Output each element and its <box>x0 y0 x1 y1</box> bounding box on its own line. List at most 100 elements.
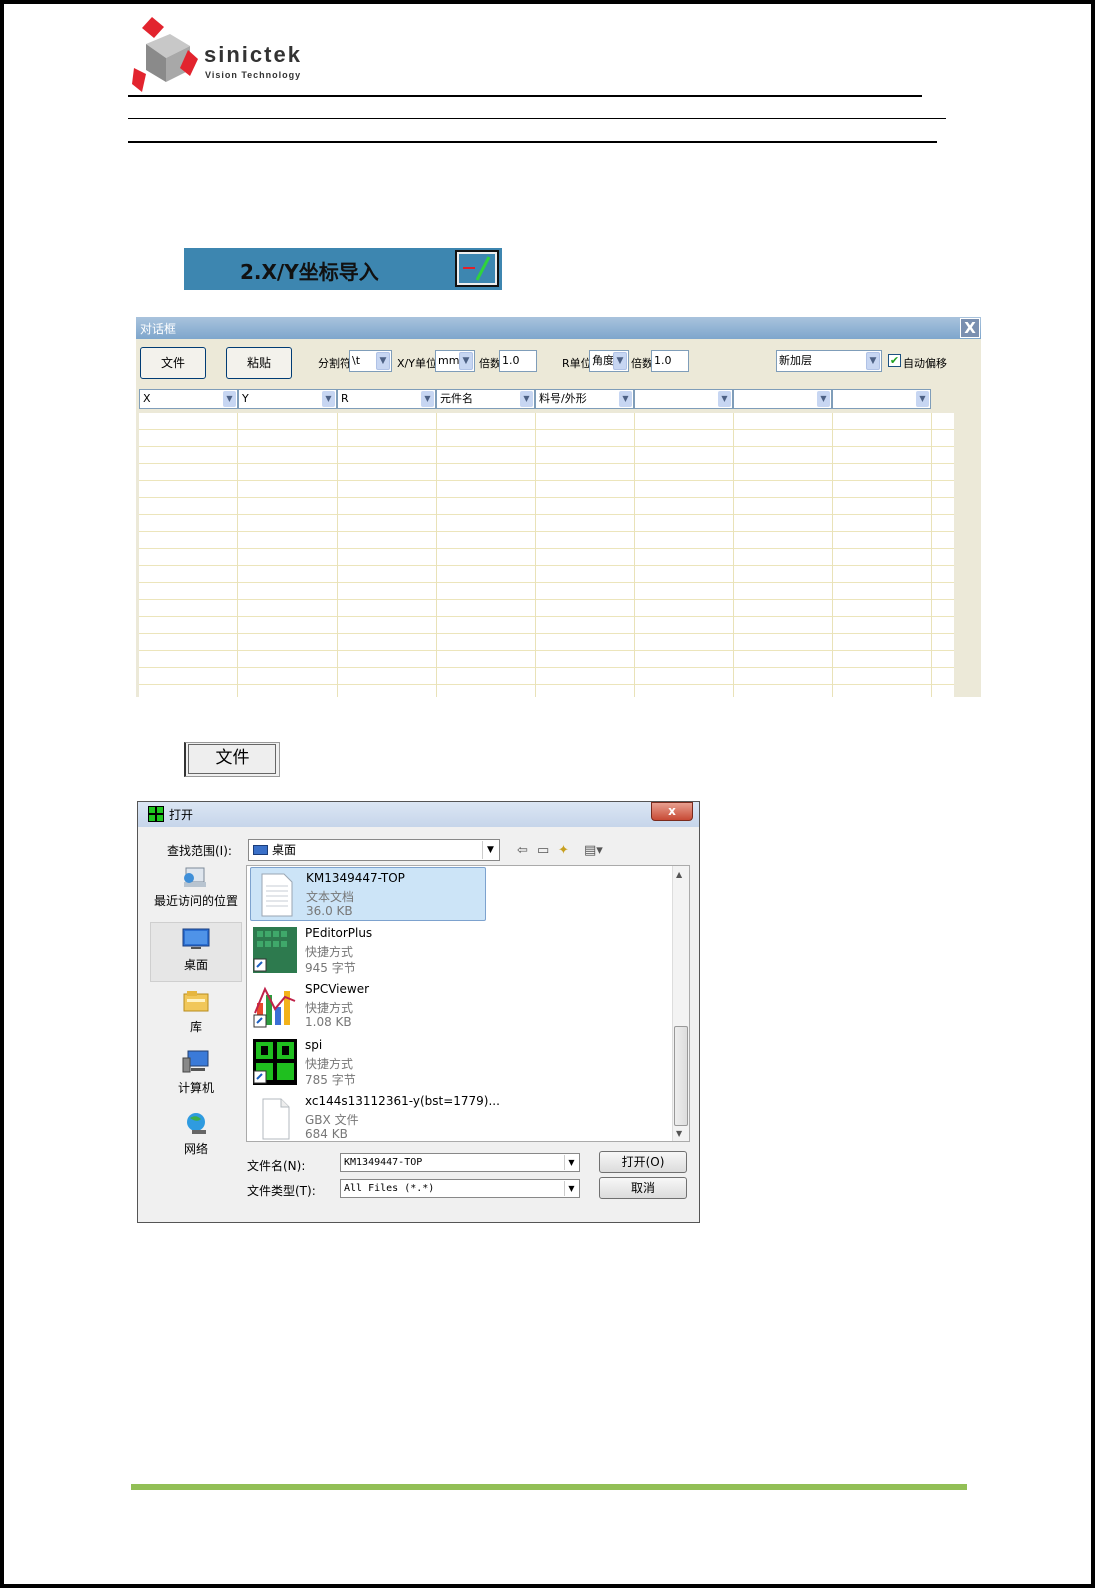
scroll-down-icon[interactable]: ▼ <box>676 1129 682 1138</box>
chevron-down-icon: ▼ <box>459 352 473 370</box>
look-in-select[interactable]: 桌面 ▼ <box>248 839 500 861</box>
place-network[interactable]: 网络 <box>150 1111 242 1157</box>
view-menu-icon[interactable]: ▤▾ <box>584 843 603 858</box>
grid-divider <box>931 413 932 697</box>
open-button[interactable]: 打开(O) <box>599 1151 687 1173</box>
layer-value: 新加层 <box>779 354 812 367</box>
file-name: SPCViewer <box>305 982 370 996</box>
file-type: GBX 文件 <box>305 1113 359 1127</box>
file-type: 快捷方式 <box>305 945 354 959</box>
file-item[interactable]: spi 快捷方式 785 字节 <box>250 1035 486 1089</box>
computer-icon <box>182 1050 209 1073</box>
file-name: xc144s13112361-y(bst=1779)... <box>305 1094 500 1108</box>
header-rule-3 <box>128 141 937 143</box>
header-rule-2 <box>128 118 946 119</box>
desktop-icon <box>253 845 268 855</box>
auto-offset-checkbox[interactable]: ✔ <box>888 354 901 367</box>
chevron-down-icon: ▼ <box>866 352 880 370</box>
r-unit-select[interactable]: 角度 ▼ <box>589 350 629 372</box>
column-select-6[interactable]: ▼ <box>634 389 733 409</box>
column-select-y[interactable]: Y ▼ <box>238 389 337 409</box>
separator-select[interactable]: \t ▼ <box>349 350 392 372</box>
auto-offset-label: 自动偏移 <box>903 357 947 370</box>
column-label: R <box>341 392 349 405</box>
spcviewer-icon <box>253 986 296 1028</box>
brand-name: sinictek <box>204 42 302 67</box>
multiplier-input[interactable]: 1.0 <box>499 350 537 372</box>
chevron-down-icon: ▼ <box>916 391 929 407</box>
place-libraries[interactable]: 库 <box>150 989 242 1035</box>
filetype-select[interactable]: All Files (*.*) ▼ <box>340 1179 580 1198</box>
look-in-value: 桌面 <box>272 843 297 857</box>
scroll-thumb[interactable] <box>674 1026 688 1126</box>
xy-import-icon <box>455 250 499 287</box>
peditorplus-icon <box>253 927 297 973</box>
column-select-component[interactable]: 元件名 ▼ <box>436 389 535 409</box>
scroll-up-icon[interactable]: ▲ <box>676 870 682 879</box>
place-computer[interactable]: 计算机 <box>150 1050 242 1096</box>
cancel-button[interactable]: 取消 <box>599 1177 687 1199</box>
filename-input[interactable]: KM1349447-TOP ▼ <box>340 1153 580 1172</box>
recent-places-icon <box>184 867 206 887</box>
column-label: 元件名 <box>440 392 473 405</box>
column-select-part[interactable]: 料号/外形 ▼ <box>535 389 634 409</box>
column-select-7[interactable]: ▼ <box>733 389 832 409</box>
chevron-down-icon: ▼ <box>322 391 335 407</box>
new-folder-icon[interactable]: ✦ <box>558 843 569 858</box>
footer-rule <box>131 1484 967 1490</box>
open-file-dialog: 打开 x 查找范围(I): 桌面 ▼ ⇦ ▭ ✦ ▤▾ 最近访问的位置 桌面 库 <box>137 801 700 1223</box>
multiplier-label: 倍数 <box>479 357 501 370</box>
file-item[interactable]: xc144s13112361-y(bst=1779)... GBX 文件 684… <box>250 1091 500 1145</box>
filetype-label: 文件类型(T): <box>247 1184 316 1198</box>
place-recent[interactable]: 最近访问的位置 <box>150 866 242 907</box>
chevron-down-icon: ▼ <box>564 1155 578 1170</box>
close-button[interactable]: x <box>651 802 693 821</box>
back-icon[interactable]: ⇦ <box>517 843 528 858</box>
filename-label: 文件名(N): <box>247 1159 306 1173</box>
look-in-label: 查找范围(I): <box>167 844 232 858</box>
file-type: 快捷方式 <box>305 1057 354 1071</box>
place-label: 桌面 <box>183 958 208 972</box>
company-logo: sinictek Vision Technology <box>132 14 312 94</box>
column-select-8[interactable]: ▼ <box>832 389 931 409</box>
file-list[interactable]: KM1349447-TOP 文本文档 36.0 KB PEditorPlus 快… <box>246 865 690 1142</box>
layer-select[interactable]: 新加层 ▼ <box>776 350 882 372</box>
place-desktop[interactable]: 桌面 <box>150 922 242 982</box>
place-label: 库 <box>189 1020 202 1034</box>
up-folder-icon[interactable]: ▭ <box>537 843 549 858</box>
file-type: 快捷方式 <box>305 1001 354 1015</box>
column-label: X <box>143 392 151 405</box>
file-item[interactable]: SPCViewer 快捷方式 1.08 KB <box>250 979 486 1033</box>
xy-import-dialog: 对话框 X 文件 粘贴 分割符 \t ▼ X/Y单位 mm ▼ 倍数 1.0 R… <box>136 317 981 697</box>
xy-unit-value: mm <box>438 354 460 367</box>
grid-divider <box>337 413 338 697</box>
xy-unit-select[interactable]: mm ▼ <box>435 350 475 372</box>
r-multiplier-input[interactable]: 1.0 <box>651 350 689 372</box>
chevron-down-icon: ▼ <box>520 391 533 407</box>
file-item[interactable]: KM1349447-TOP 文本文档 36.0 KB <box>250 867 486 921</box>
brand-tagline: Vision Technology <box>205 70 302 80</box>
column-select-x[interactable]: X ▼ <box>139 389 238 409</box>
file-button-example[interactable]: 文件 <box>184 742 280 777</box>
network-icon <box>187 1113 206 1134</box>
chevron-down-icon: ▼ <box>421 391 434 407</box>
column-select-r[interactable]: R ▼ <box>337 389 436 409</box>
column-label: 料号/外形 <box>539 392 587 405</box>
spi-icon <box>253 1039 297 1085</box>
close-button[interactable]: X <box>960 318 980 338</box>
column-label: Y <box>242 392 249 405</box>
app-icon <box>148 806 164 822</box>
chevron-down-icon: ▼ <box>376 352 390 370</box>
grid-divider <box>733 413 734 697</box>
separator-label: 分割符 <box>318 357 351 370</box>
file-item[interactable]: PEditorPlus 快捷方式 945 字节 <box>250 923 486 977</box>
xy-import-toolbar-button[interactable]: 2.X/Y坐标导入 <box>184 248 502 290</box>
data-grid[interactable] <box>139 413 954 697</box>
grid-divider <box>634 413 635 697</box>
paste-button[interactable]: 粘贴 <box>226 347 292 379</box>
place-label: 网络 <box>183 1142 208 1156</box>
file-button[interactable]: 文件 <box>140 347 206 379</box>
vertical-scrollbar[interactable]: ▲ ▼ <box>672 866 689 1141</box>
dialog-title-bar: 打开 x <box>138 802 699 827</box>
places-bar: 最近访问的位置 桌面 库 计算机 网络 <box>150 864 245 1174</box>
